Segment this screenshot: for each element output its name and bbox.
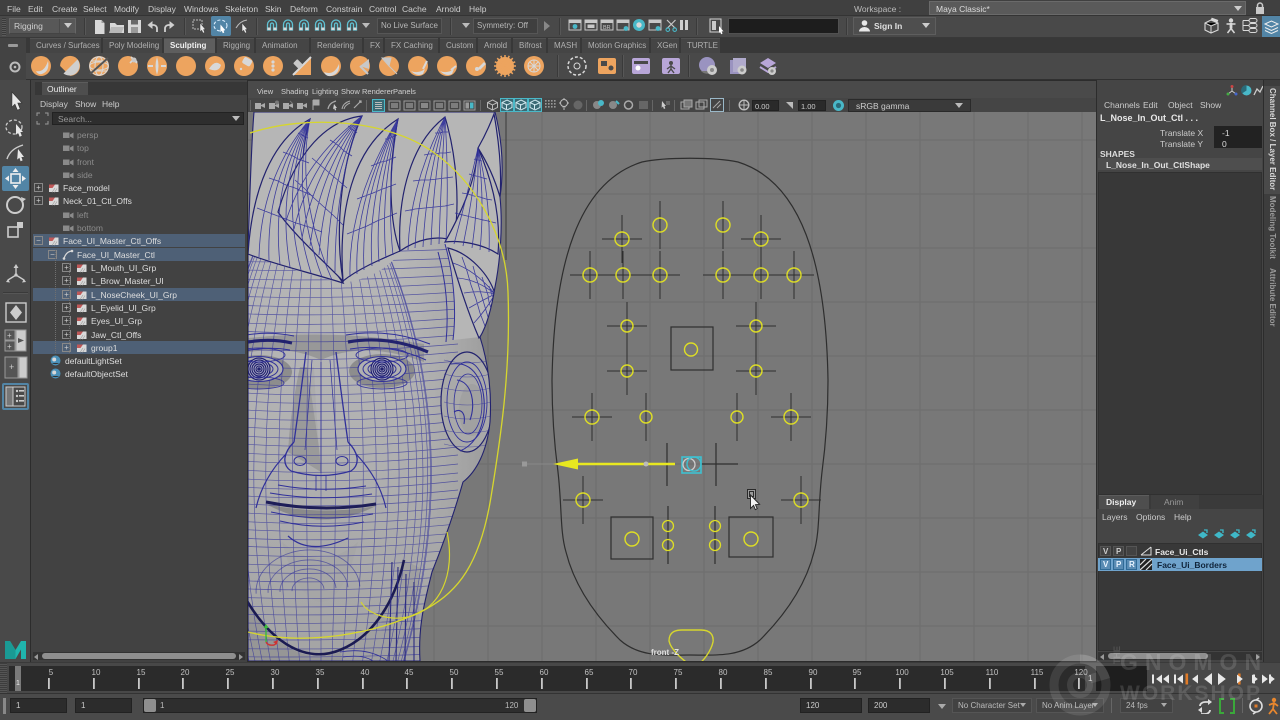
svg-text:15: 15: [137, 668, 146, 677]
svg-text:60: 60: [540, 668, 549, 677]
svg-text:90: 90: [809, 668, 818, 677]
svg-text:10: 10: [92, 668, 101, 677]
svg-text:55: 55: [495, 668, 504, 677]
svg-text:120: 120: [1074, 668, 1088, 677]
svg-text:BR: BR: [603, 25, 611, 31]
svg-text:65: 65: [585, 668, 594, 677]
svg-text:front -Z: front -Z: [651, 648, 679, 657]
svg-text:80: 80: [719, 668, 728, 677]
svg-text:100: 100: [895, 668, 909, 677]
svg-text:85: 85: [764, 668, 773, 677]
svg-text:5: 5: [49, 668, 54, 677]
svg-text:30: 30: [271, 668, 280, 677]
svg-text:+: +: [7, 342, 12, 351]
svg-text:75: 75: [674, 668, 683, 677]
svg-text:95: 95: [853, 668, 862, 677]
svg-text:40: 40: [361, 668, 370, 677]
svg-text:105: 105: [940, 668, 954, 677]
svg-text:45: 45: [405, 668, 414, 677]
svg-text:+: +: [9, 362, 14, 372]
svg-text:25: 25: [226, 668, 235, 677]
svg-text:20: 20: [181, 668, 190, 677]
svg-text:115: 115: [1031, 668, 1044, 677]
svg-text:110: 110: [986, 668, 999, 677]
svg-text:+: +: [7, 331, 12, 340]
svg-text:70: 70: [629, 668, 638, 677]
svg-text:35: 35: [316, 668, 325, 677]
svg-text:50: 50: [450, 668, 459, 677]
